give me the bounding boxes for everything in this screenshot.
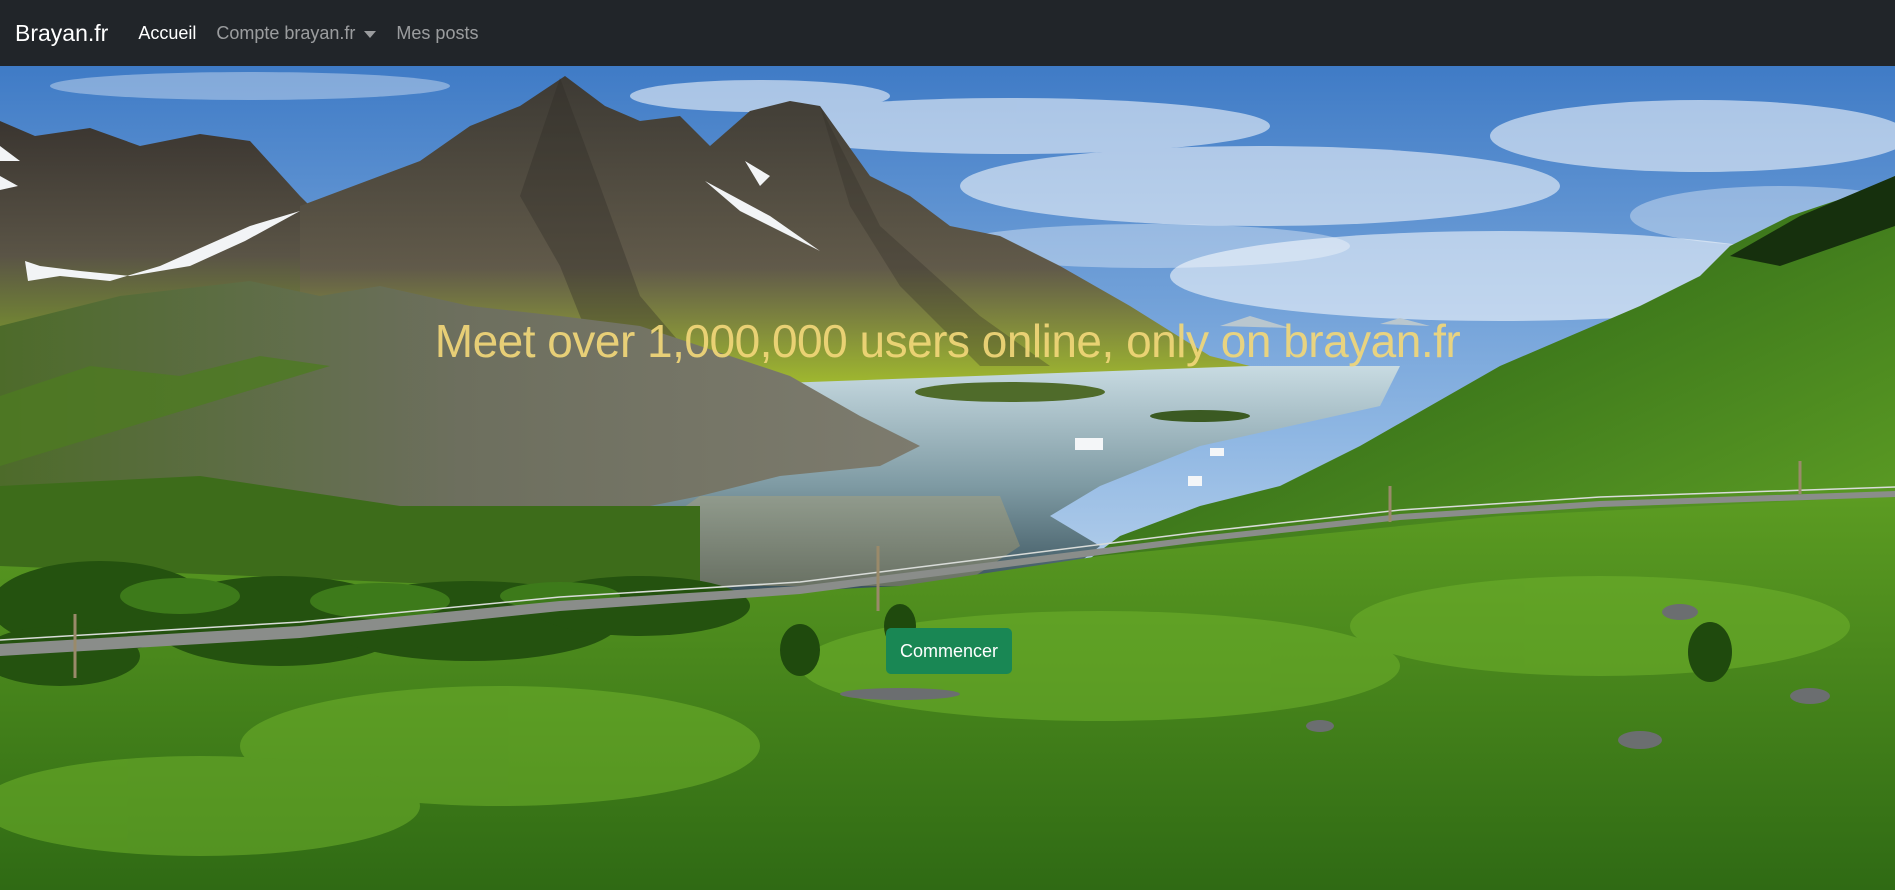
hero-headline: Meet over 1,000,000 users online, only o… (434, 315, 1461, 367)
start-button[interactable]: Commencer (886, 628, 1012, 674)
mountain-landscape-image (0, 66, 1895, 890)
hero-section: Meet over 1,000,000 users online, only o… (0, 66, 1895, 890)
nav-dropdown-compte[interactable]: Compte brayan.fr (216, 22, 377, 44)
caret-down-icon (364, 30, 377, 38)
brand-link[interactable]: Brayan.fr (15, 20, 108, 47)
nav-dropdown-label: Compte brayan.fr (216, 22, 356, 43)
nav-link-accueil[interactable]: Accueil (138, 23, 196, 44)
nav-link-mes-posts[interactable]: Mes posts (396, 23, 478, 44)
top-navbar: Brayan.fr Accueil Compte brayan.fr Mes p… (0, 0, 1895, 66)
